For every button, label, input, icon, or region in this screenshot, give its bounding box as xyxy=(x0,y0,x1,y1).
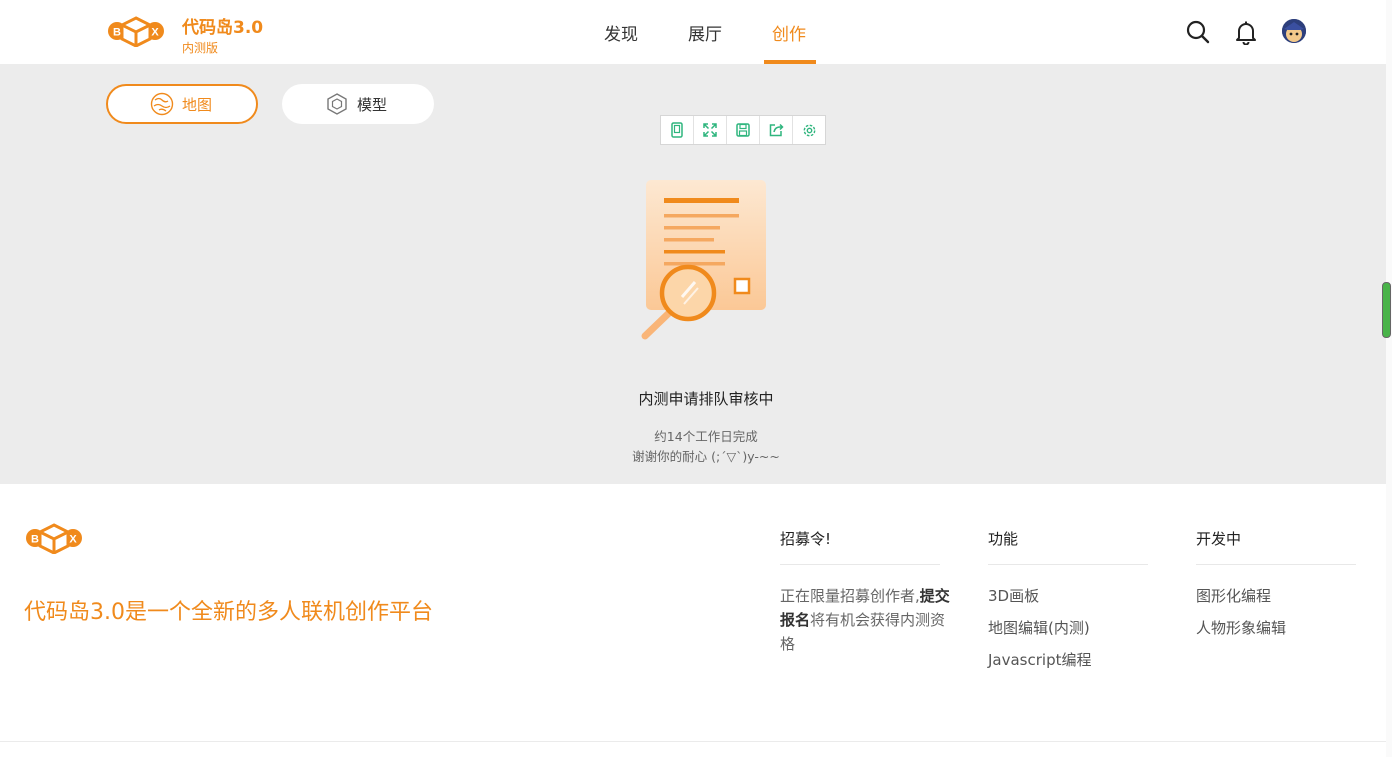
settings-icon[interactable] xyxy=(793,116,825,144)
developing-divider xyxy=(1196,564,1356,565)
footer-divider xyxy=(0,741,1386,742)
map-icon xyxy=(150,92,174,116)
nav-discover[interactable]: 发现 xyxy=(604,20,638,45)
review-eta: 约14个工作日完成 xyxy=(654,429,758,444)
features-heading: 功能 xyxy=(988,530,1019,548)
footer-slogan: 代码岛3.0是一个全新的多人联机创作平台 xyxy=(24,600,433,625)
footer: B X 代码岛3.0是一个全新的多人联机创作平台 招募令! 正在限量招募创作者,… xyxy=(0,484,1386,757)
search-icon[interactable] xyxy=(1185,19,1211,45)
footer-link-visual-programming[interactable]: 图形化编程 xyxy=(1196,585,1271,606)
page-scrollbar-track[interactable] xyxy=(1386,0,1392,757)
svg-text:B: B xyxy=(113,27,121,39)
developing-heading: 开发中 xyxy=(1196,530,1242,548)
tab-map[interactable]: 地图 xyxy=(106,84,258,124)
review-thanks: 谢谢你的耐心 (;´▽`)y-~~ xyxy=(632,449,780,464)
save-icon[interactable] xyxy=(727,116,760,144)
footer-link-map-editor[interactable]: 地图编辑(内测) xyxy=(988,617,1090,638)
main-content: 地图 模型 内测申请排队审核中 约14个工作日完成 谢谢你的耐心 (;´▽`)y… xyxy=(0,64,1386,484)
footer-link-3d-canvas[interactable]: 3D画板 xyxy=(988,585,1039,606)
tab-model[interactable]: 模型 xyxy=(282,84,434,124)
review-status-title: 内测申请排队审核中 xyxy=(638,390,774,408)
recruit-heading: 招募令! xyxy=(780,530,832,548)
brand-title: 代码岛3.0 xyxy=(182,18,264,38)
nav-gallery[interactable]: 展厅 xyxy=(688,20,722,45)
tab-model-label: 模型 xyxy=(357,96,388,114)
logo[interactable]: B X xyxy=(107,15,165,51)
recruit-divider xyxy=(780,564,940,565)
fullscreen-icon[interactable] xyxy=(694,116,727,144)
page-scrollbar-thumb[interactable] xyxy=(1382,282,1391,338)
footer-link-javascript[interactable]: Javascript编程 xyxy=(988,649,1091,670)
recruit-text: 正在限量招募创作者,提交报名将有机会获得内测资格 xyxy=(780,587,950,653)
svg-text:B: B xyxy=(31,534,39,546)
share-icon[interactable] xyxy=(760,116,793,144)
pending-review-illustration xyxy=(640,176,772,346)
bell-icon[interactable] xyxy=(1233,19,1259,46)
tab-map-label: 地图 xyxy=(182,96,213,114)
footer-link-avatar-editor[interactable]: 人物形象编辑 xyxy=(1196,617,1286,638)
features-divider xyxy=(988,564,1148,565)
top-header: B X 代码岛3.0 内测版 发现 展厅 创作 xyxy=(0,0,1386,64)
avatar[interactable] xyxy=(1282,19,1306,43)
nav-create[interactable]: 创作 xyxy=(772,20,806,45)
logo-icon: B X xyxy=(108,16,164,48)
editor-toolbar xyxy=(660,115,826,145)
svg-text:X: X xyxy=(69,534,77,546)
logo-icon: B X xyxy=(26,523,82,555)
mobile-icon[interactable] xyxy=(661,116,694,144)
svg-text:X: X xyxy=(151,27,159,39)
cube-icon xyxy=(325,92,349,116)
brand-subtitle: 内测版 xyxy=(182,41,219,55)
footer-logo: B X xyxy=(25,522,83,558)
